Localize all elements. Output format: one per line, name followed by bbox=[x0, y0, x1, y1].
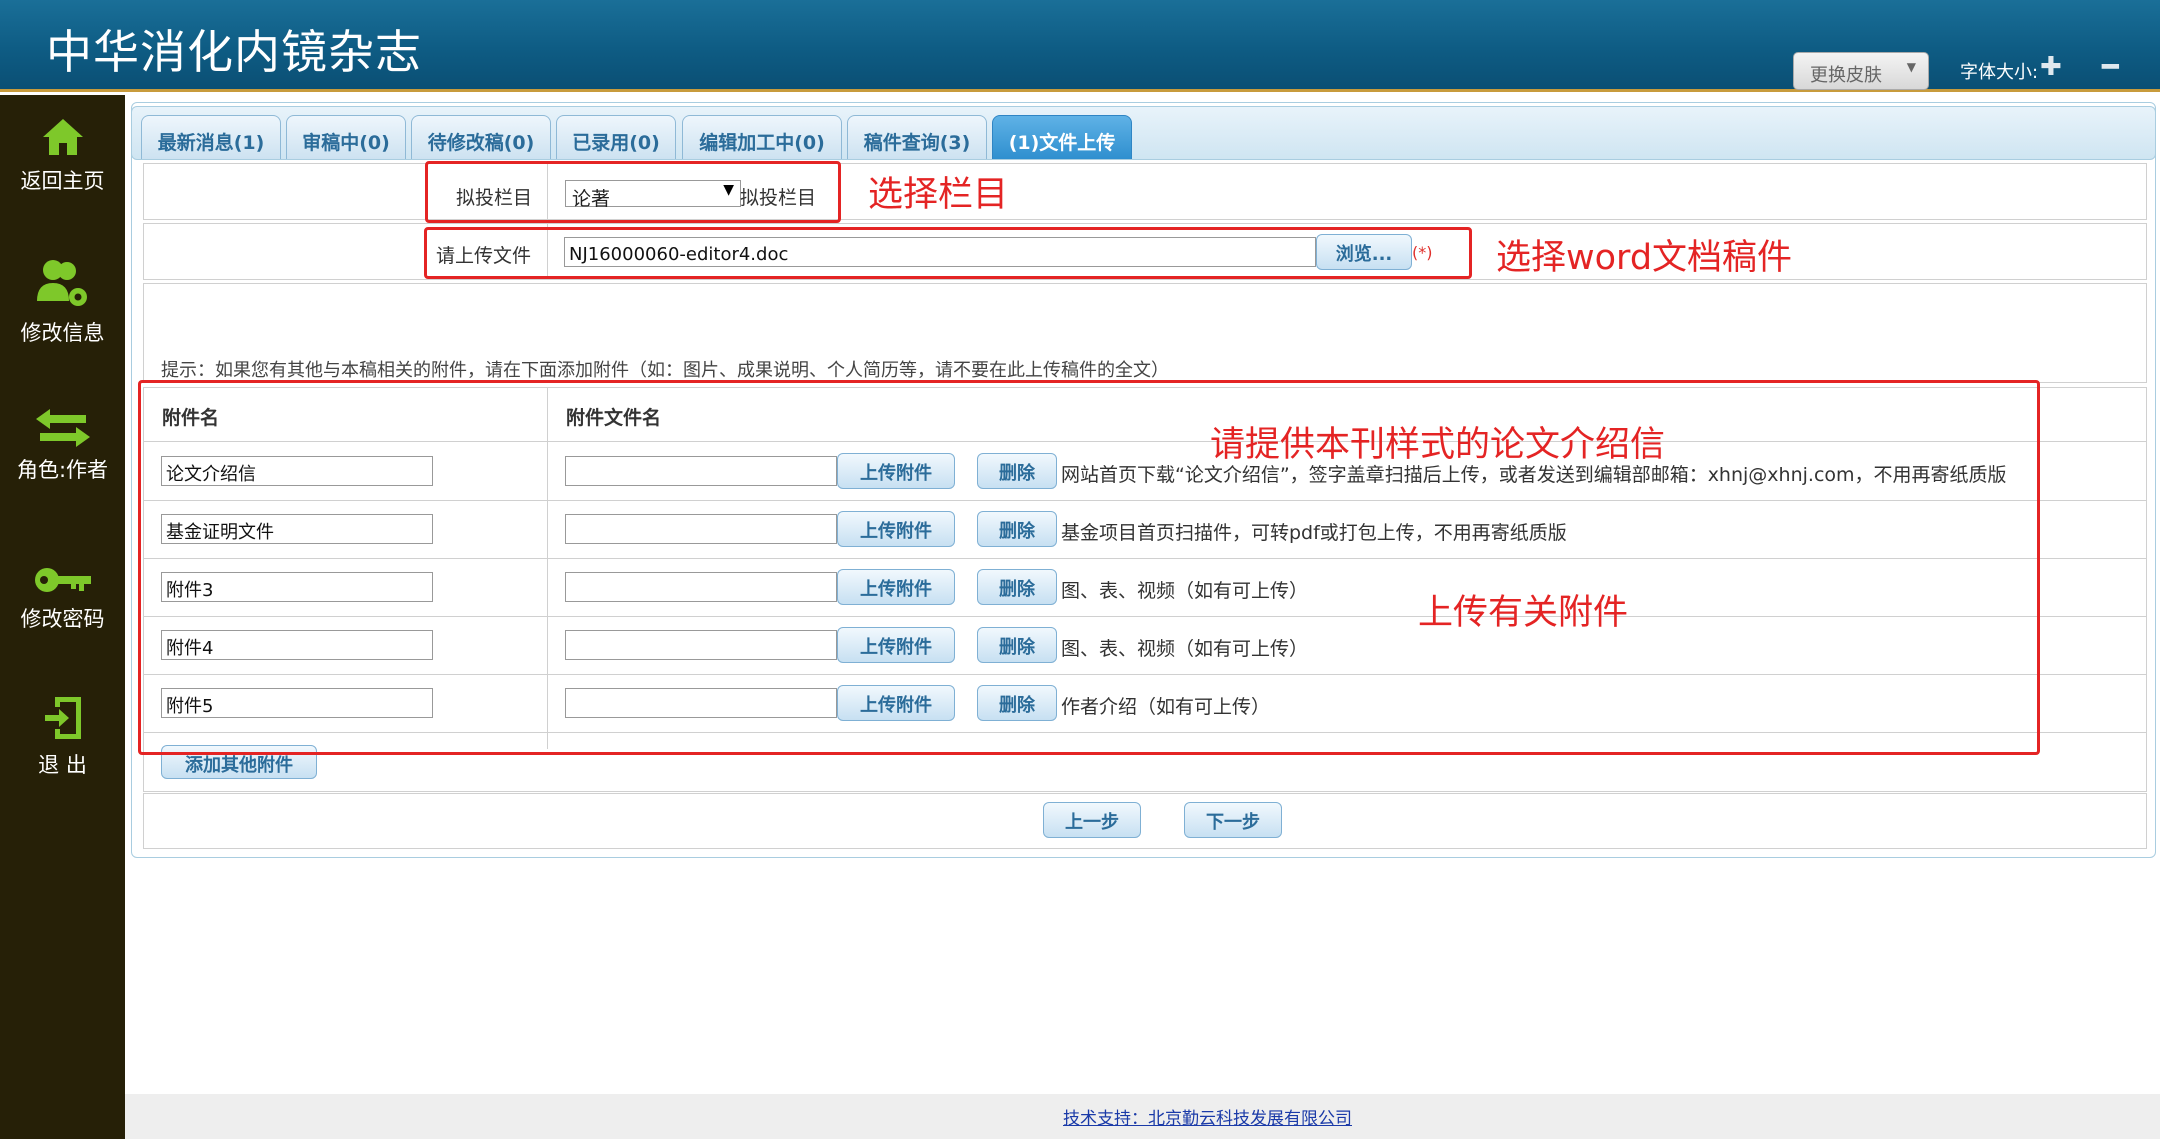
annotation-intro-letter: 请提供本刊样式的论文介绍信 bbox=[1210, 425, 1666, 465]
font-increase-icon[interactable]: ✚ bbox=[2040, 52, 2062, 82]
sidebar-item-label: 退 出 bbox=[38, 753, 87, 777]
tab-under-review[interactable]: 审稿中(0) bbox=[286, 115, 406, 159]
navigation-row bbox=[143, 793, 2147, 849]
annotation-box-upload bbox=[424, 227, 1472, 279]
font-size-label: 字体大小: bbox=[1960, 62, 2039, 83]
annotation-box-column bbox=[425, 161, 841, 223]
sidebar-item-edit-info[interactable]: 修改信息 bbox=[0, 257, 125, 347]
prev-step-button[interactable]: 上一步 bbox=[1043, 802, 1141, 838]
tab-accepted[interactable]: 已录用(0) bbox=[556, 115, 676, 159]
font-decrease-icon[interactable]: ━ bbox=[2102, 50, 2119, 83]
tech-support-link[interactable]: 技术支持：北京勤云科技发展有限公司 bbox=[1063, 1104, 1352, 1129]
sidebar-item-role[interactable]: 角色:作者 bbox=[0, 408, 125, 484]
swap-arrows-icon bbox=[35, 409, 90, 447]
sidebar-item-home[interactable]: 返回主页 bbox=[0, 115, 125, 195]
tab-to-revise[interactable]: 待修改稿(0) bbox=[411, 115, 551, 159]
chevron-down-icon: ▼ bbox=[1906, 60, 1916, 74]
attachment-hint: 提示：如果您有其他与本稿相关的附件，请在下面添加附件（如：图片、成果说明、个人简… bbox=[161, 360, 1169, 381]
home-icon bbox=[42, 119, 83, 155]
sidebar-item-exit[interactable]: 退 出 bbox=[0, 693, 125, 779]
journal-title: 中华消化内镜杂志 bbox=[46, 25, 422, 79]
tab-query[interactable]: 稿件查询(3) bbox=[847, 115, 987, 159]
annotation-select-column: 选择栏目 bbox=[868, 175, 1009, 215]
sidebar-item-label: 修改信息 bbox=[20, 321, 105, 345]
annotation-select-word: 选择word文档稿件 bbox=[1496, 238, 1793, 278]
next-step-button[interactable]: 下一步 bbox=[1184, 802, 1282, 838]
key-icon bbox=[34, 568, 91, 592]
sidebar-item-label: 修改密码 bbox=[20, 607, 105, 631]
tab-file-upload[interactable]: (1)文件上传 bbox=[992, 115, 1132, 159]
sidebar-item-label: 返回主页 bbox=[20, 169, 105, 193]
exit-icon bbox=[44, 697, 81, 739]
annotation-upload-attachments: 上传有关附件 bbox=[1418, 593, 1629, 633]
app-header: 中华消化内镜杂志 更换皮肤 ▼ 字体大小: ✚ ━ bbox=[0, 0, 2160, 92]
annotation-box-attachments bbox=[138, 380, 2040, 755]
tab-latest-news[interactable]: 最新消息(1) bbox=[141, 115, 281, 159]
sidebar-item-label: 角色:作者 bbox=[16, 458, 109, 482]
sidebar: 返回主页 修改信息 角色:作者 修改密码 退 出 bbox=[0, 95, 125, 1139]
tab-editing[interactable]: 编辑加工中(0) bbox=[682, 115, 842, 159]
skin-select-label: 更换皮肤 bbox=[1810, 65, 1882, 86]
skin-select[interactable]: 更换皮肤 ▼ bbox=[1793, 52, 1929, 90]
user-settings-icon bbox=[36, 260, 87, 306]
sidebar-item-password[interactable]: 修改密码 bbox=[0, 563, 125, 633]
